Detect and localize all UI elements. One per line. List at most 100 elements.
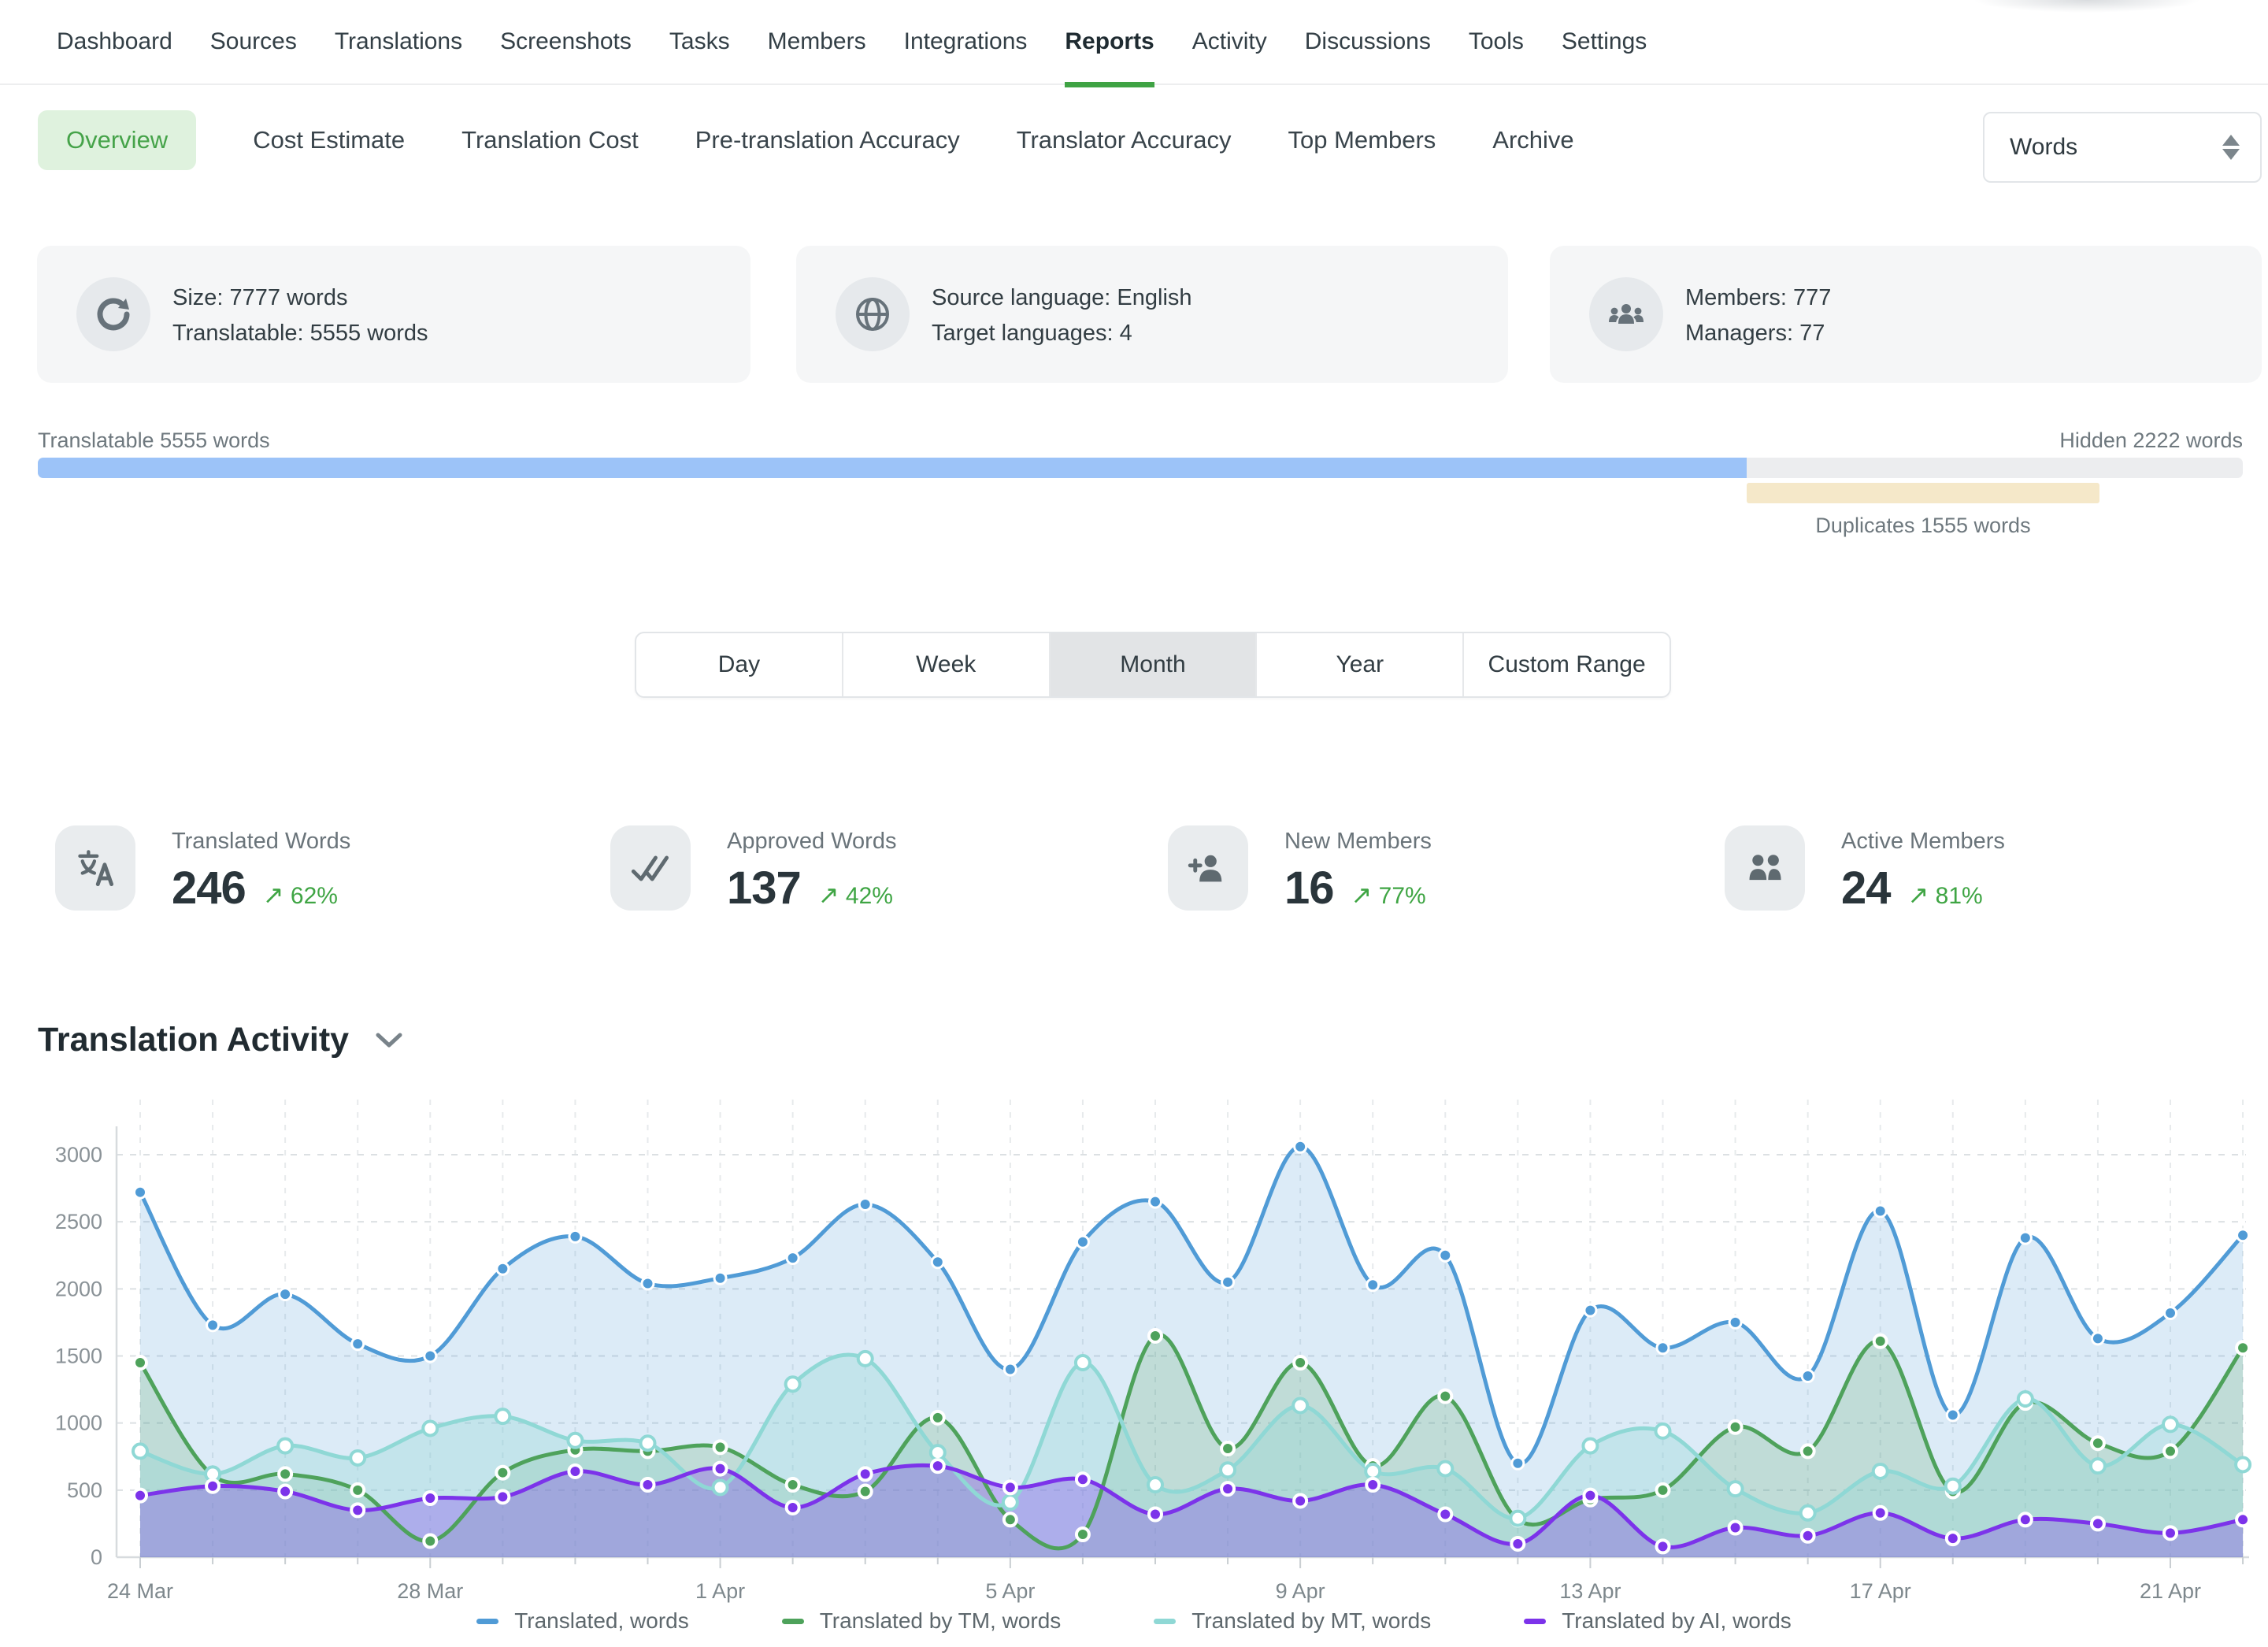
nav-item-tools[interactable]: Tools: [1469, 28, 1524, 82]
svg-text:1 Apr: 1 Apr: [695, 1579, 745, 1603]
svg-text:2500: 2500: [55, 1210, 102, 1233]
globe-icon: [836, 277, 910, 351]
info-card-line: Translatable: 5555 words: [172, 316, 428, 351]
dismissed-popover-shadow: [1973, 0, 2201, 13]
top-navigation: Dashboard Sources Translations Screenshots T…: [0, 0, 2268, 85]
stat-delta: ↗ 42%: [818, 880, 893, 910]
stat-value: 246: [172, 862, 246, 914]
subnav-item-cost-estimate[interactable]: Cost Estimate: [253, 126, 405, 154]
legend-label: Translated by MT, words: [1191, 1608, 1431, 1634]
svg-text:1500: 1500: [55, 1345, 102, 1368]
subnav-item-overview[interactable]: Overview: [38, 110, 196, 170]
info-card-line: Managers: 77: [1685, 316, 1831, 351]
stat-value: 137: [727, 862, 801, 914]
subnav-item-translation-cost[interactable]: Translation Cost: [461, 126, 639, 154]
translatable-bar-segment: [38, 458, 1747, 478]
trend-up-icon: ↗: [1351, 881, 1373, 909]
svg-text:0: 0: [91, 1545, 102, 1569]
info-card-members: Members: 777Managers: 77: [1550, 246, 2262, 383]
nav-item-settings[interactable]: Settings: [1562, 28, 1647, 82]
range-tab-week[interactable]: Week: [842, 633, 1049, 696]
range-tab-month[interactable]: Month: [1049, 633, 1256, 696]
info-card-source-language: Source language: EnglishTarget languages…: [796, 246, 1508, 383]
info-card-line: Members: 777: [1685, 280, 1831, 316]
range-tab-day[interactable]: Day: [636, 633, 842, 696]
info-card-line: Source language: English: [932, 280, 1192, 316]
stat-value: 24: [1841, 862, 1891, 914]
unit-select[interactable]: Words: [1983, 112, 2262, 183]
svg-text:5 Apr: 5 Apr: [985, 1579, 1035, 1603]
legend-swatch: [1524, 1619, 1546, 1624]
duplicates-label: Duplicates 1555 words: [1815, 514, 2030, 538]
nav-item-integrations[interactable]: Integrations: [904, 28, 1028, 82]
members-icon: [1589, 277, 1663, 351]
nav-item-members[interactable]: Members: [768, 28, 866, 82]
stat-value: 16: [1284, 862, 1334, 914]
reports-overview-page: Dashboard Sources Translations Screenshots T…: [0, 0, 2268, 1647]
nav-item-activity[interactable]: Activity: [1192, 28, 1267, 82]
svg-text:24 Mar: 24 Mar: [107, 1579, 173, 1603]
stat-new-members: New Members 16 ↗ 77%: [1168, 824, 1672, 950]
stat-label: New Members: [1284, 829, 1432, 855]
select-arrows-icon: [2222, 135, 2240, 160]
stat-delta: ↗ 77%: [1351, 880, 1426, 910]
nav-item-dashboard[interactable]: Dashboard: [57, 28, 172, 82]
range-tab-year[interactable]: Year: [1255, 633, 1462, 696]
date-range-tabs: DayWeekMonthYearCustom Range: [635, 632, 1671, 698]
nav-item-discussions[interactable]: Discussions: [1305, 28, 1431, 82]
stat-label: Active Members: [1841, 829, 2005, 855]
legend-swatch: [782, 1619, 804, 1624]
svg-text:21 Apr: 21 Apr: [2140, 1579, 2201, 1603]
translatable-label: Translatable 5555 words: [38, 428, 270, 453]
svg-text:28 Mar: 28 Mar: [397, 1579, 463, 1603]
chart-legend: Translated, words Translated by TM, words…: [0, 1608, 2268, 1634]
section-head: Translation Activity: [38, 1021, 402, 1059]
info-card-size: Size: 7777 wordsTranslatable: 5555 words: [37, 246, 750, 383]
nav-item-tasks[interactable]: Tasks: [669, 28, 730, 82]
info-card-line: Target languages: 4: [932, 316, 1192, 351]
subnav-item-top-members[interactable]: Top Members: [1288, 126, 1436, 154]
svg-text:17 Apr: 17 Apr: [1850, 1579, 1911, 1603]
svg-text:2000: 2000: [55, 1277, 102, 1300]
svg-text:13 Apr: 13 Apr: [1559, 1579, 1621, 1603]
trend-up-icon: ↗: [263, 881, 284, 909]
subnav-item-pre-translation-accuracy[interactable]: Pre-translation Accuracy: [695, 126, 960, 154]
translation-activity-chart: 0 500 1000 1500 2000 2500 3000 24 Mar 28 Mar 1 Ap…: [0, 1087, 2268, 1638]
legend-label: Translated, words: [514, 1608, 689, 1634]
chevron-down-icon[interactable]: [376, 1033, 402, 1048]
people-icon: [1725, 825, 1805, 911]
trend-up-icon: ↗: [818, 881, 839, 909]
nav-item-sources[interactable]: Sources: [210, 28, 297, 82]
stat-delta: ↗ 62%: [263, 880, 338, 910]
duplicates-bar: [1747, 483, 2099, 503]
info-card-line: Size: 7777 words: [172, 280, 428, 316]
legend-item-translated-words[interactable]: Translated, words: [476, 1608, 689, 1634]
legend-item-translated-by-mt-words[interactable]: Translated by MT, words: [1154, 1608, 1431, 1634]
nav-item-screenshots[interactable]: Screenshots: [500, 28, 632, 82]
legend-swatch: [1154, 1619, 1176, 1624]
stat-label: Translated Words: [172, 829, 350, 855]
sync-icon: [76, 277, 150, 351]
subnav-item-translator-accuracy[interactable]: Translator Accuracy: [1017, 126, 1232, 154]
double-check-icon: [610, 825, 691, 911]
svg-text:500: 500: [67, 1478, 102, 1502]
legend-label: Translated by TM, words: [820, 1608, 1062, 1634]
stat-label: Approved Words: [727, 829, 896, 855]
reports-subnav: Overview Cost Estimate Translation Cost Pre…: [38, 110, 1574, 170]
svg-text:3000: 3000: [55, 1143, 102, 1167]
range-tab-custom-range[interactable]: Custom Range: [1462, 633, 1670, 696]
stat-translated-words: Translated Words 246 ↗ 62%: [55, 824, 559, 950]
nav-item-translations[interactable]: Translations: [335, 28, 462, 82]
stat-approved-words: Approved Words 137 ↗ 42%: [610, 824, 1114, 950]
subnav-item-archive[interactable]: Archive: [1492, 126, 1573, 154]
stat-active-members: Active Members24↗ 81%: [1725, 824, 2229, 950]
hidden-label: Hidden 2222 words: [2059, 428, 2243, 453]
trend-up-icon: ↗: [1908, 881, 1929, 909]
person-plus-icon: [1168, 825, 1248, 911]
words-progress-bar: [38, 458, 2243, 478]
svg-text:1000: 1000: [55, 1411, 102, 1435]
nav-item-reports[interactable]: Reports: [1065, 28, 1154, 87]
legend-item-translated-by-tm-words[interactable]: Translated by TM, words: [782, 1608, 1062, 1634]
legend-item-translated-by-ai-words[interactable]: Translated by AI, words: [1524, 1608, 1792, 1634]
unit-select-value: Words: [2010, 134, 2222, 161]
